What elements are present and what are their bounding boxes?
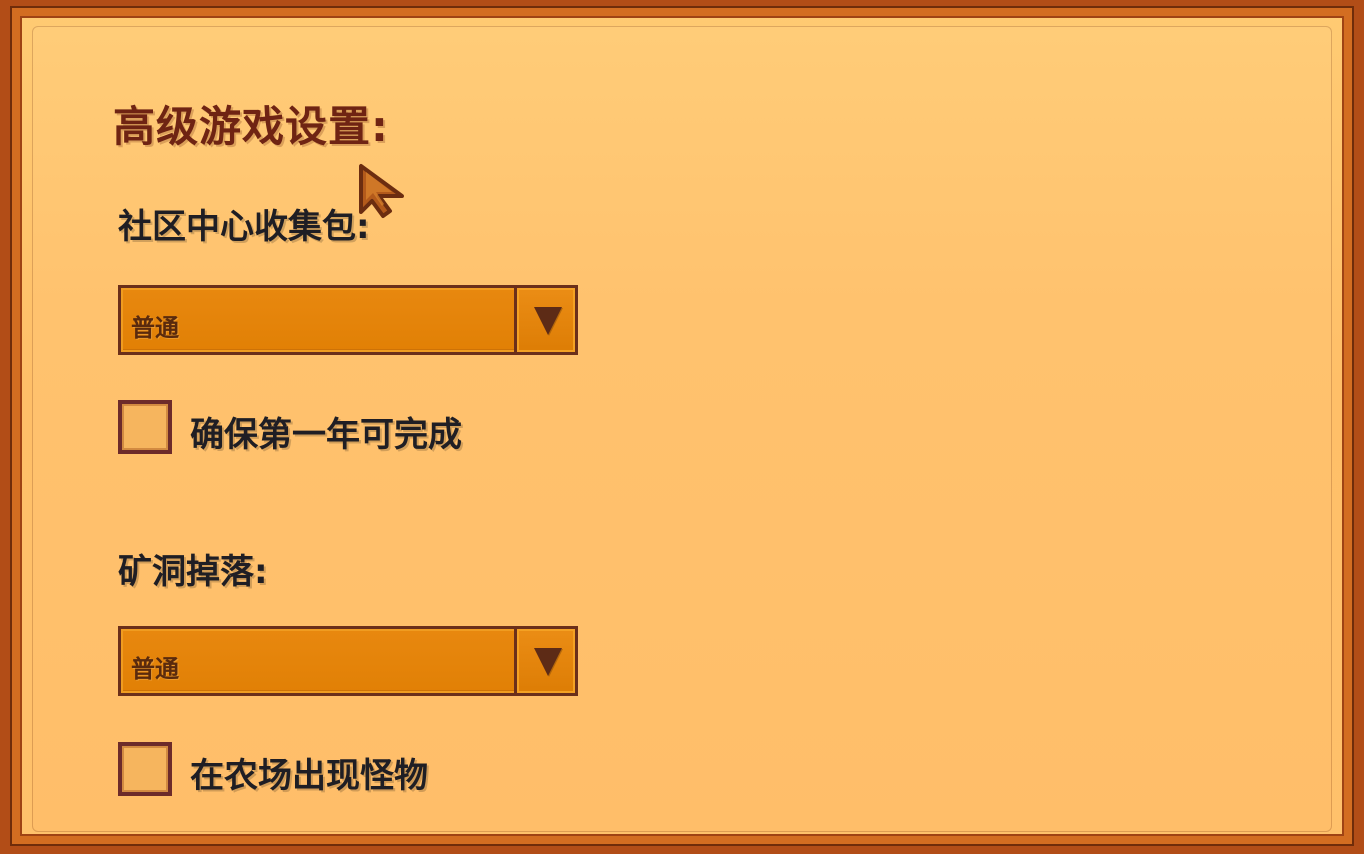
farm-monsters-checkbox-label: 在农场出现怪物 bbox=[190, 756, 428, 796]
farm-monsters-checkbox[interactable] bbox=[118, 742, 172, 796]
settings-window: 高级游戏设置: 社区中心收集包: 普通 确保第一年可完成 矿洞掉落: 普通 在农… bbox=[0, 0, 1364, 854]
year-one-checkbox[interactable] bbox=[118, 400, 172, 454]
community-center-dropdown[interactable]: 普通 bbox=[118, 285, 578, 355]
mines-dropdown[interactable]: 普通 bbox=[118, 626, 578, 696]
mines-dropdown-button[interactable] bbox=[514, 626, 578, 696]
page-title: 高级游戏设置: bbox=[113, 102, 389, 151]
dropdown-arrow-icon bbox=[534, 307, 562, 335]
year-one-checkbox-label: 确保第一年可完成 bbox=[190, 415, 462, 455]
mines-label: 矿洞掉落: bbox=[118, 552, 268, 592]
community-center-selected-value: 普通 bbox=[131, 314, 179, 342]
community-center-label: 社区中心收集包: bbox=[118, 207, 370, 247]
dropdown-arrow-icon bbox=[534, 648, 562, 676]
community-center-dropdown-button[interactable] bbox=[514, 285, 578, 355]
mines-selected-value: 普通 bbox=[131, 655, 179, 683]
